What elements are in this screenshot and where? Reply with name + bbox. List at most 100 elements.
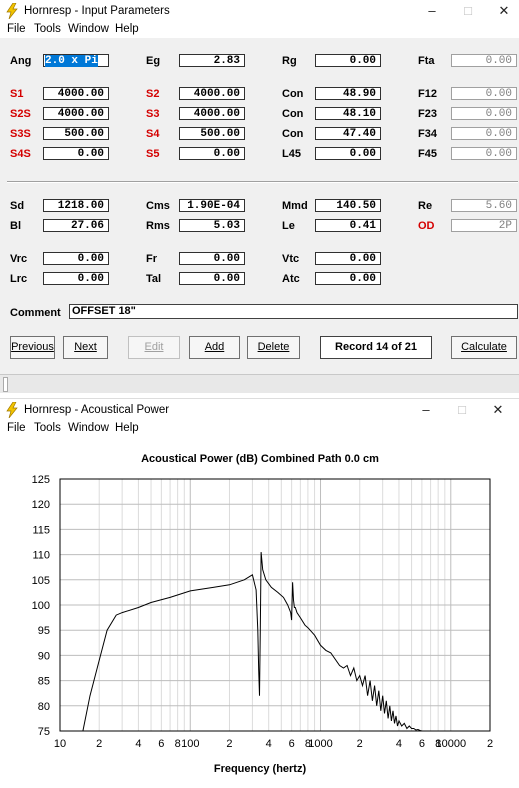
comment-input[interactable]: OFFSET 18": [69, 304, 518, 319]
param-label-l45: L45: [282, 148, 301, 160]
menu-file[interactable]: File: [7, 23, 26, 35]
next-button[interactable]: Next: [63, 336, 108, 359]
param-field-s3[interactable]: 4000.00: [179, 107, 245, 120]
y-tick-label: 80: [38, 701, 50, 713]
menu-tools[interactable]: Tools: [34, 422, 61, 434]
record-indicator: Record 14 of 21: [320, 336, 432, 359]
param-label-vrc: Vrc: [10, 253, 28, 265]
param-field-con[interactable]: 47.40: [315, 127, 381, 140]
param-field-od[interactable]: 2P: [451, 219, 517, 232]
param-field-cms[interactable]: 1.90E-04: [179, 199, 245, 212]
param-label-atc: Atc: [282, 273, 300, 285]
param-field-l45[interactable]: 0.00: [315, 147, 381, 160]
x-tick-label: 6: [419, 738, 425, 750]
menu-window[interactable]: Window: [68, 23, 109, 35]
param-field-s3s[interactable]: 500.00: [43, 127, 109, 140]
param-label-vtc: Vtc: [282, 253, 300, 265]
chart-title: Acoustical Power (dB) Combined Path 0.0 …: [141, 453, 379, 465]
param-field-f45[interactable]: 0.00: [451, 147, 517, 160]
y-tick-label: 110: [32, 550, 50, 562]
param-label-rg: Rg: [282, 55, 297, 67]
menu-bar: File Tools Window Help: [0, 421, 519, 437]
minimize-button[interactable]: –: [417, 2, 447, 20]
menu-help[interactable]: Help: [115, 23, 139, 35]
param-field-bl[interactable]: 27.06: [43, 219, 109, 232]
status-panel: [3, 377, 8, 392]
title-bar[interactable]: Hornresp - Input Parameters – □ ✕: [0, 0, 519, 22]
x-tick-label: 4: [135, 738, 141, 750]
param-label-f12: F12: [418, 88, 437, 100]
comment-label: Comment: [10, 307, 61, 319]
param-label-s4s: S4S: [10, 148, 31, 160]
param-field-f12[interactable]: 0.00: [451, 87, 517, 100]
chart-grid: [60, 479, 490, 731]
param-label-mmd: Mmd: [282, 200, 308, 212]
param-field-fta[interactable]: 0.00: [451, 54, 517, 67]
param-label-f34: F34: [418, 128, 437, 140]
param-field-f23[interactable]: 0.00: [451, 107, 517, 120]
lightning-icon: [6, 402, 18, 418]
param-label-s3: S3: [146, 108, 160, 120]
param-label-re: Re: [418, 200, 433, 212]
param-label-fta: Fta: [418, 55, 435, 67]
acoustical-power-chart: Acoustical Power (dB) Combined Path 0.0 …: [32, 453, 493, 775]
minimize-button[interactable]: –: [411, 401, 441, 419]
menu-window[interactable]: Window: [68, 422, 109, 434]
param-field-mmd[interactable]: 140.50: [315, 199, 381, 212]
param-field-con[interactable]: 48.90: [315, 87, 381, 100]
param-field-s2s[interactable]: 4000.00: [43, 107, 109, 120]
param-field-s4[interactable]: 500.00: [179, 127, 245, 140]
param-field-eg[interactable]: 2.83: [179, 54, 245, 67]
param-field-ang[interactable]: 2.0 x Pi: [43, 54, 109, 67]
param-field-rms[interactable]: 5.03: [179, 219, 245, 232]
param-field-sd[interactable]: 1218.00: [43, 199, 109, 212]
param-field-s1[interactable]: 4000.00: [43, 87, 109, 100]
delete-button[interactable]: Delete: [247, 336, 300, 359]
param-label-fr: Fr: [146, 253, 157, 265]
y-tick-label: 75: [38, 726, 50, 738]
y-tick-label: 115: [32, 524, 50, 536]
param-label-eg: Eg: [146, 55, 161, 67]
param-field-re[interactable]: 5.60: [451, 199, 517, 212]
param-field-f34[interactable]: 0.00: [451, 127, 517, 140]
title-bar[interactable]: Hornresp - Acoustical Power – □ ✕: [0, 399, 519, 421]
y-tick-label: 105: [32, 575, 50, 587]
lightning-icon: [6, 3, 18, 19]
x-tick-label: 8: [175, 738, 181, 750]
add-button[interactable]: Add: [189, 336, 240, 359]
y-tick-label: 95: [38, 625, 50, 637]
previous-button[interactable]: Previous: [10, 336, 55, 359]
param-field-s4s[interactable]: 0.00: [43, 147, 109, 160]
param-field-rg[interactable]: 0.00: [315, 54, 381, 67]
param-label-ang: Ang: [10, 55, 32, 67]
close-button[interactable]: ✕: [483, 401, 513, 419]
param-field-le[interactable]: 0.41: [315, 219, 381, 232]
maximize-button[interactable]: □: [447, 401, 477, 419]
param-field-fr[interactable]: 0.00: [179, 252, 245, 265]
param-field-tal[interactable]: 0.00: [179, 272, 245, 285]
param-field-vrc[interactable]: 0.00: [43, 252, 109, 265]
close-button[interactable]: ✕: [489, 2, 519, 20]
menu-file[interactable]: File: [7, 422, 26, 434]
x-tick-label: 4: [266, 738, 272, 750]
window-title: Hornresp - Acoustical Power: [24, 404, 170, 416]
menu-help[interactable]: Help: [115, 422, 139, 434]
param-label-s1: S1: [10, 88, 24, 100]
x-tick-label: 6: [158, 738, 164, 750]
param-field-s5[interactable]: 0.00: [179, 147, 245, 160]
param-label-s3s: S3S: [10, 128, 31, 140]
param-field-atc[interactable]: 0.00: [315, 272, 381, 285]
param-label-tal: Tal: [146, 273, 162, 285]
menu-tools[interactable]: Tools: [34, 23, 61, 35]
param-field-con[interactable]: 48.10: [315, 107, 381, 120]
x-tick-label: 10: [54, 738, 66, 750]
acoustical-power-window: Hornresp - Acoustical Power – □ ✕ File T…: [0, 398, 519, 788]
maximize-button[interactable]: □: [453, 2, 483, 20]
param-field-vtc[interactable]: 0.00: [315, 252, 381, 265]
edit-button[interactable]: Edit: [128, 336, 180, 359]
calculate-button[interactable]: Calculate: [451, 336, 517, 359]
param-field-lrc[interactable]: 0.00: [43, 272, 109, 285]
param-label-sd: Sd: [10, 200, 25, 212]
param-field-s2[interactable]: 4000.00: [179, 87, 245, 100]
x-tick-label: 2: [226, 738, 232, 750]
